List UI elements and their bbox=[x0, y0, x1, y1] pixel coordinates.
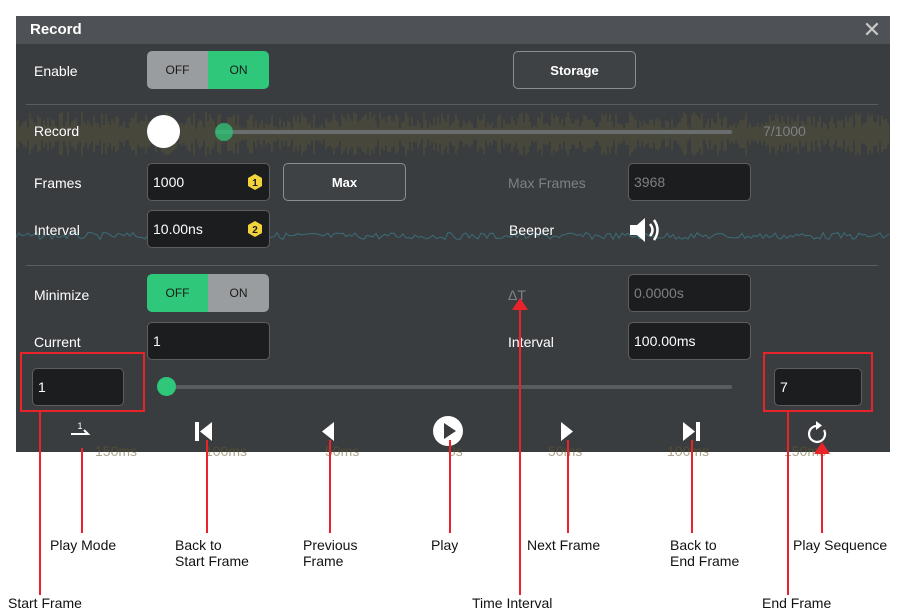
interval-value: 10.00ns bbox=[153, 221, 203, 237]
play-caption: Play bbox=[431, 537, 459, 553]
current-frame-input[interactable]: 1 bbox=[147, 322, 270, 360]
record-label: Record bbox=[34, 123, 80, 139]
title-bar: Record ✕ bbox=[16, 16, 890, 44]
play-mode-pointer bbox=[81, 448, 83, 533]
caption-line: Previous bbox=[303, 537, 358, 553]
knob-2-badge-icon: 2 bbox=[248, 221, 262, 237]
divider bbox=[26, 265, 878, 266]
play-interval-label: Interval bbox=[508, 334, 554, 350]
caption-line: End Frame bbox=[670, 553, 740, 569]
close-icon[interactable]: ✕ bbox=[860, 16, 884, 44]
axis-label: 150ms bbox=[95, 443, 138, 459]
minimize-label: Minimize bbox=[34, 287, 90, 303]
storage-button[interactable]: Storage bbox=[513, 51, 636, 89]
back-to-start-caption: Back to Start Frame bbox=[175, 537, 249, 569]
divider bbox=[26, 104, 878, 105]
next-frame-pointer bbox=[567, 440, 569, 533]
beeper-label: Beeper bbox=[509, 222, 555, 238]
start-frame-caption: Start Frame bbox=[8, 595, 82, 611]
axis-label: 100ms bbox=[205, 443, 248, 459]
max-frames-field: 3968 bbox=[628, 163, 751, 201]
delta-t-value: 0.0000s bbox=[634, 285, 684, 301]
record-progress-knob bbox=[215, 123, 233, 141]
record-button[interactable] bbox=[147, 115, 180, 148]
dialog-title: Record bbox=[30, 21, 82, 38]
next-frame-caption: Next Frame bbox=[527, 537, 601, 553]
end-frame-highlight bbox=[763, 352, 873, 412]
svg-text:2: 2 bbox=[252, 225, 258, 236]
caption-line: Back to bbox=[670, 537, 717, 553]
caption-line: Start Frame bbox=[175, 553, 249, 569]
delta-t-field: 0.0000s bbox=[628, 274, 751, 312]
enable-off-option[interactable]: OFF bbox=[147, 51, 208, 89]
enable-label: Enable bbox=[34, 63, 78, 79]
play-mode-icon[interactable]: 1 bbox=[60, 412, 100, 452]
frames-input[interactable]: 1000 1 bbox=[147, 163, 270, 201]
previous-frame-caption: Previous Frame bbox=[303, 537, 357, 569]
play-interval-input[interactable]: 100.00ms bbox=[628, 322, 751, 360]
svg-text:1: 1 bbox=[252, 178, 258, 189]
play-interval-value: 100.00ms bbox=[634, 333, 696, 349]
record-counter: 7/1000 bbox=[763, 123, 806, 139]
back-to-end-caption: Back to End Frame bbox=[670, 537, 739, 569]
end-frame-caption: End Frame bbox=[762, 595, 832, 611]
knob-1-badge-icon: 1 bbox=[248, 174, 262, 190]
max-frames-value: 3968 bbox=[634, 174, 666, 190]
frames-value: 1000 bbox=[153, 174, 185, 190]
interval-input[interactable]: 10.00ns 2 bbox=[147, 210, 270, 248]
back-to-start-pointer bbox=[206, 440, 208, 533]
play-pointer bbox=[449, 440, 451, 533]
play-sequence-arrow-icon bbox=[814, 442, 830, 454]
play-sequence-pointer bbox=[821, 448, 823, 533]
minimize-toggle[interactable]: OFF ON bbox=[147, 274, 269, 312]
playback-slider-track[interactable] bbox=[159, 385, 732, 389]
time-interval-pointer bbox=[519, 304, 521, 595]
axis-label: 50ms bbox=[548, 443, 583, 459]
frames-label: Frames bbox=[34, 175, 82, 191]
start-frame-highlight bbox=[20, 352, 145, 412]
current-value: 1 bbox=[153, 333, 161, 349]
record-progress-track bbox=[216, 130, 732, 134]
current-label: Current bbox=[34, 334, 81, 350]
caption-line: Frame bbox=[303, 553, 344, 569]
record-dialog: Record ✕ Enable OFF ON Storage Record 7/… bbox=[16, 16, 890, 452]
back-to-end-pointer bbox=[691, 440, 693, 533]
axis-label: 100ms bbox=[667, 443, 710, 459]
speaker-icon[interactable] bbox=[626, 214, 666, 246]
enable-toggle[interactable]: OFF ON bbox=[147, 51, 269, 89]
svg-text:1: 1 bbox=[77, 421, 82, 431]
enable-on-option[interactable]: ON bbox=[208, 51, 269, 89]
caption-line: Back to bbox=[175, 537, 222, 553]
previous-frame-pointer bbox=[329, 440, 331, 533]
time-interval-caption: Time Interval bbox=[472, 595, 553, 611]
end-frame-pointer bbox=[787, 412, 789, 595]
playback-slider-knob[interactable] bbox=[157, 377, 176, 396]
time-interval-arrow-icon bbox=[512, 298, 528, 310]
interval-label: Interval bbox=[34, 222, 80, 238]
play-sequence-caption: Play Sequence bbox=[793, 537, 888, 553]
start-frame-pointer bbox=[39, 412, 41, 595]
max-frames-label: Max Frames bbox=[508, 175, 586, 191]
minimize-off-option[interactable]: OFF bbox=[147, 274, 208, 312]
play-mode-caption: Play Mode bbox=[50, 537, 117, 553]
max-button[interactable]: Max bbox=[283, 163, 406, 201]
minimize-on-option[interactable]: ON bbox=[208, 274, 269, 312]
